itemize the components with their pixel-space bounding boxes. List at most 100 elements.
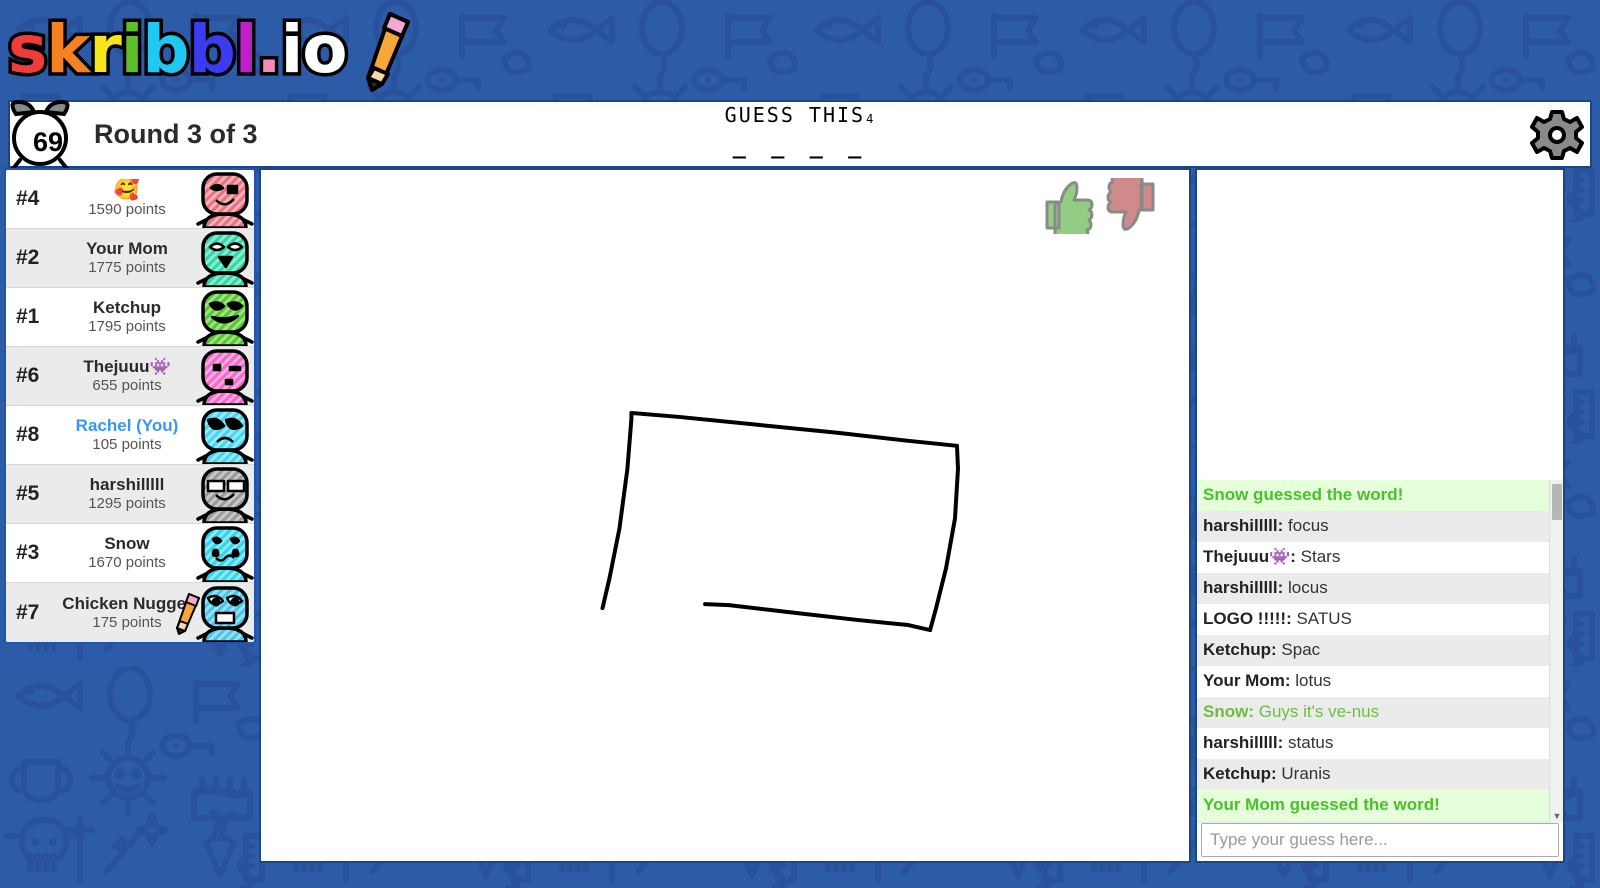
chat-message-author: harshilllll:	[1203, 733, 1284, 752]
chat-empty-area	[1197, 170, 1563, 480]
player-points: 1775 points	[88, 259, 166, 276]
player-avatar	[196, 465, 254, 525]
player-name: Snow	[104, 534, 150, 553]
player-name: harshilllll	[89, 475, 165, 494]
player-name: 🥰	[113, 179, 141, 201]
player-info: Rachel (You) 105 points	[58, 416, 196, 454]
thumbs-up-icon[interactable]	[1041, 178, 1097, 234]
player-info: 🥰 1590 points	[58, 179, 196, 219]
chat-message: Snow: Guys it's ve-nus	[1197, 697, 1549, 728]
player-avatar	[196, 584, 254, 642]
drawing-strokes	[600, 410, 960, 633]
chat-message: Ketchup: Spac	[1197, 635, 1549, 666]
player-rank: #8	[16, 423, 40, 446]
player-points: 1795 points	[88, 318, 166, 335]
chat-message: harshilllll: plutus	[1197, 821, 1549, 823]
logo-letter-7: .	[253, 8, 285, 92]
chat-guess-input[interactable]	[1201, 823, 1559, 857]
avatar	[196, 408, 254, 466]
logo-letter-2: r	[86, 8, 125, 92]
player-name: Ketchup	[93, 298, 161, 317]
chat-message-author: Ketchup:	[1203, 764, 1277, 783]
player-info: Your Mom 1775 points	[58, 239, 196, 277]
chat-message-text: lotus	[1290, 671, 1332, 690]
word-length-count: 4	[866, 112, 876, 126]
drawing-canvas[interactable]	[259, 168, 1191, 863]
player-info: Thejuuu👾 655 points	[58, 357, 196, 395]
avatar	[196, 290, 254, 348]
player-points: 1590 points	[88, 201, 166, 218]
chat-message: Ketchup: Uranis	[1197, 759, 1549, 790]
chat-message-scroll[interactable]: Snow guessed the word! harshilllll: focus…	[1197, 480, 1563, 823]
player-avatar	[196, 170, 254, 230]
chat-message: LOGO !!!!!: SATUS	[1197, 604, 1549, 635]
player-name: Rachel (You)	[75, 416, 179, 435]
gear-icon[interactable]	[1530, 108, 1584, 162]
player-avatar	[196, 288, 254, 348]
avatar	[196, 231, 254, 289]
logo-letter-1: k	[43, 8, 94, 92]
player-rank: #5	[16, 482, 40, 505]
player-row[interactable]: #4 🥰 1590 points	[6, 170, 254, 230]
chat-input-container	[1197, 823, 1563, 861]
game-header-bar: 69 Round 3 of 3 GUESS THIS 4 _ _ _ _	[8, 99, 1592, 172]
chat-message-author: harshilllll:	[1203, 516, 1284, 535]
logo-letter-8: i	[277, 8, 306, 92]
player-avatar	[196, 524, 254, 584]
player-rank: #7	[16, 600, 40, 624]
chat-message: harshilllll: locus	[1197, 573, 1549, 604]
logo-letter-9: o	[299, 8, 351, 92]
player-row[interactable]: #5 harshilllll 1295 points	[6, 465, 254, 525]
logo-letter-6: l	[231, 8, 260, 92]
chat-message-text: SATUS	[1291, 609, 1352, 628]
avatar	[196, 172, 254, 230]
vote-buttons	[1041, 178, 1159, 234]
chat-system-message: Your Mom guessed the word!	[1197, 790, 1549, 821]
player-points: 175 points	[92, 613, 162, 631]
chat-message-text: status	[1283, 733, 1334, 752]
chat-message: harshilllll: status	[1197, 728, 1549, 759]
avatar	[196, 585, 254, 642]
chat-message: Thejuuu👾: Stars	[1197, 542, 1549, 573]
player-rank: #2	[16, 246, 40, 269]
player-avatar	[196, 347, 254, 407]
chat-message-author: Thejuuu👾:	[1203, 547, 1296, 566]
scroll-down-arrow[interactable]: ▼	[1550, 809, 1563, 823]
player-row[interactable]: #7 Chicken Nugget 175 points	[6, 583, 254, 642]
chat-message-author: LOGO !!!!!:	[1203, 609, 1292, 628]
player-row[interactable]: #2 Your Mom 1775 points	[6, 229, 254, 289]
player-avatar	[196, 229, 254, 289]
chat-message-text: locus	[1283, 578, 1328, 597]
chat-message: harshilllll: focus	[1197, 511, 1549, 542]
player-row[interactable]: #1 Ketchup 1795 points	[6, 288, 254, 348]
chat-scrollbar-thumb[interactable]	[1552, 484, 1562, 520]
thumbs-down-icon[interactable]	[1103, 178, 1159, 234]
player-info: harshilllll 1295 points	[58, 475, 196, 513]
chat-scrollbar[interactable]: ▲ ▼	[1549, 480, 1563, 823]
word-blanks: _ _ _ _	[732, 134, 868, 159]
word-hint-area: GUESS THIS 4 _ _ _ _	[10, 104, 1590, 159]
chat-message-text: Stars	[1295, 547, 1341, 566]
player-row[interactable]: #6 Thejuuu👾 655 points	[6, 347, 254, 407]
chat-message-author: harshilllll:	[1203, 578, 1284, 597]
logo-letter-4: b	[139, 8, 193, 92]
player-row[interactable]: #8 Rachel (You) 105 points	[6, 406, 254, 466]
player-info: Ketchup 1795 points	[58, 298, 196, 336]
logo-wordmark: skribbl.io	[4, 2, 408, 98]
logo-letter-3: i	[117, 8, 146, 92]
word-hint-label: GUESS THIS	[724, 103, 866, 127]
logo-letter-5: b	[185, 8, 239, 92]
site-logo[interactable]: skribbl.io	[4, 2, 410, 98]
chat-message-text: Uranis	[1276, 764, 1331, 783]
chat-message-text: focus	[1283, 516, 1329, 535]
player-row[interactable]: #3 Snow 1670 points	[6, 524, 254, 584]
chat-message-list: Snow guessed the word! harshilllll: focus…	[1197, 480, 1549, 823]
chat-panel: Snow guessed the word! harshilllll: focus…	[1195, 168, 1565, 863]
player-points: 105 points	[92, 436, 162, 453]
player-leaderboard: #4 🥰 1590 points #2 Your Mom 1775 points #1 Ket…	[4, 168, 256, 644]
chat-message-text: Spac	[1276, 640, 1321, 659]
pencil-logo-icon	[366, 12, 410, 92]
player-rank: #6	[16, 364, 40, 387]
player-info: Snow 1670 points	[58, 534, 196, 572]
logo-letter-0: s	[4, 8, 50, 92]
